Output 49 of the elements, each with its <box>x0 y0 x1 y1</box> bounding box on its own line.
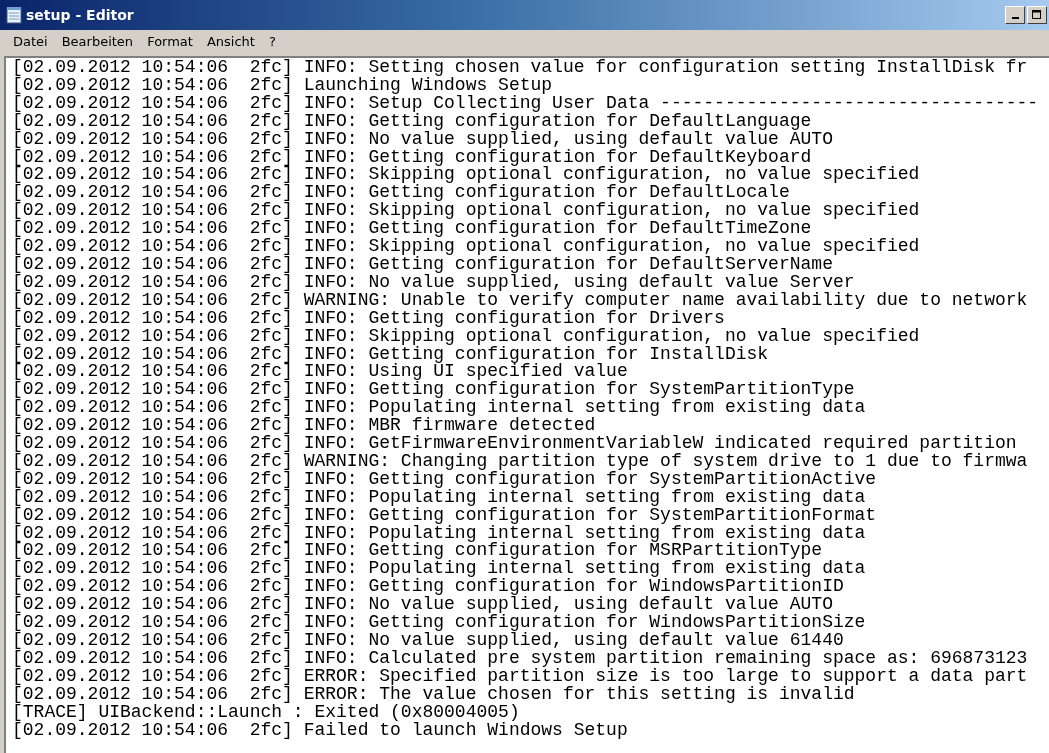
log-line: [02.09.2012 10:54:06 2fc] INFO: Skipping optional configuration, no value specified <box>12 238 920 256</box>
log-line: [02.09.2012 10:54:06 2fc] INFO: GetFirmwareEnvironmentVariableW indicated required partition <box>12 435 1017 453</box>
log-line: [02.09.2012 10:54:06 2fc] INFO: Populating internal setting from existing data <box>12 560 866 579</box>
log-line: [02.09.2012 10:54:06 2fc] INFO: Getting configuration for DefaultLocale <box>12 184 790 203</box>
log-line: [02.09.2012 10:54:06 2fc] INFO: No value supplied, using default value Server <box>12 273 855 292</box>
log-line: [02.09.2012 10:54:06 2fc] Launching Windows Setup <box>12 76 553 95</box>
log-line: [02.09.2012 10:54:06 2fc] INFO: Getting configuration for InstallDisk <box>12 345 769 364</box>
log-line: [02.09.2012 10:54:06 2fc] INFO: Getting configuration for SystemPartitionFormat <box>12 506 877 525</box>
log-line: [02.09.2012 10:54:06 2fc] INFO: Getting configuration for WindowsPartitionID <box>12 578 844 597</box>
log-line: [02.09.2012 10:54:06 2fc] INFO: Using UI specified value <box>12 363 628 382</box>
log-line: [02.09.2012 10:54:06 2fc] INFO: No value supplied, using default value AUTO <box>12 596 833 615</box>
log-line: [02.09.2012 10:54:06 2fc] ERROR: The value chosen for this setting is invalid <box>12 685 855 704</box>
menu-item[interactable]: Datei <box>6 33 55 49</box>
log-line: [02.09.2012 10:54:06 2fc] INFO: Getting configuration for DefaultServerName <box>12 255 833 274</box>
log-line: [02.09.2012 10:54:06 2fc] INFO: Getting configuration for SystemPartitionType <box>12 381 855 400</box>
log-line: [02.09.2012 10:54:06 2fc] INFO: No value supplied, using default value 61440 <box>12 632 844 650</box>
log-line: [02.09.2012 10:54:06 2fc] INFO: Populating internal setting from existing data <box>12 524 866 543</box>
log-line: [02.09.2012 10:54:06 2fc] INFO: Populating internal setting from existing data <box>12 488 866 507</box>
log-line: [02.09.2012 10:54:06 2fc] INFO: MBR firmware detected <box>12 417 596 436</box>
menu-item[interactable]: Format <box>140 33 200 49</box>
log-line: [02.09.2012 10:54:06 2fc] INFO: Populating internal setting from existing data <box>12 399 866 418</box>
log-line: [TRACE] UIBackend::Launch : Exited (0x80004005) <box>12 703 520 722</box>
menu-item[interactable]: Ansicht <box>199 33 262 49</box>
log-line: [02.09.2012 10:54:06 2fc] INFO: Getting configuration for SystemPartitionActive <box>12 470 877 489</box>
log-line: [02.09.2012 10:54:06 2fc] Failed to launch Windows Setup <box>12 721 628 740</box>
maximize-button[interactable] <box>1027 6 1047 24</box>
minimize-icon <box>1011 17 1019 19</box>
maximize-icon <box>1032 10 1042 20</box>
log-line: [02.09.2012 10:54:06 2fc] WARNING: Unable to verify computer name availability due to network <box>12 291 1028 310</box>
minimize-button[interactable] <box>1005 6 1025 24</box>
log-line: [02.09.2012 10:54:06 2fc] INFO: Getting configuration for WindowsPartitionSize <box>12 614 866 632</box>
log-line: [02.09.2012 10:54:06 2fc] INFO: Setup Collecting User Data ----------------------------------- <box>12 94 1039 113</box>
log-line: [02.09.2012 10:54:06 2fc] INFO: Setting chosen value for configuration setting InstallDisk fr <box>12 59 1028 77</box>
log-line: [02.09.2012 10:54:06 2fc] INFO: Skipping optional configuration, no value specified <box>12 202 920 221</box>
menu-item[interactable]: Bearbeiten <box>54 33 141 49</box>
log-line: [02.09.2012 10:54:06 2fc] WARNING: Changing partition type of system drive to 1 due to firmwa <box>12 452 1028 471</box>
menu-item[interactable]: ? <box>261 33 283 49</box>
log-line: [02.09.2012 10:54:06 2fc] INFO: Getting configuration for DefaultTimeZone <box>12 220 812 239</box>
log-line: [02.09.2012 10:54:06 2fc] INFO: Skipping optional configuration, no value specified <box>12 166 920 185</box>
log-line: [02.09.2012 10:54:06 2fc] INFO: Getting configuration for Drivers <box>12 309 725 328</box>
log-line: [02.09.2012 10:54:06 2fc] INFO: Getting configuration for DefaultKeyboard <box>12 148 812 167</box>
notepad-icon <box>6 6 22 24</box>
log-line: [02.09.2012 10:54:06 2fc] INFO: Getting configuration for DefaultLanguage <box>12 112 812 131</box>
log-line: [02.09.2012 10:54:06 2fc] INFO: Calculated pre system partition remaining space as: 696873123 <box>12 649 1028 668</box>
window-title: setup - Editor <box>26 7 134 23</box>
log-line: [02.09.2012 10:54:06 2fc] INFO: No value supplied, using default value AUTO <box>12 130 833 149</box>
log-line: [02.09.2012 10:54:06 2fc] INFO: Skipping optional configuration, no value specified <box>12 327 920 346</box>
log-line: [02.09.2012 10:54:06 2fc] INFO: Getting configuration for MSRPartitionType <box>12 542 823 561</box>
log-line: [02.09.2012 10:54:06 2fc] ERROR: Specified partition size is too large to support a data part <box>12 667 1028 686</box>
